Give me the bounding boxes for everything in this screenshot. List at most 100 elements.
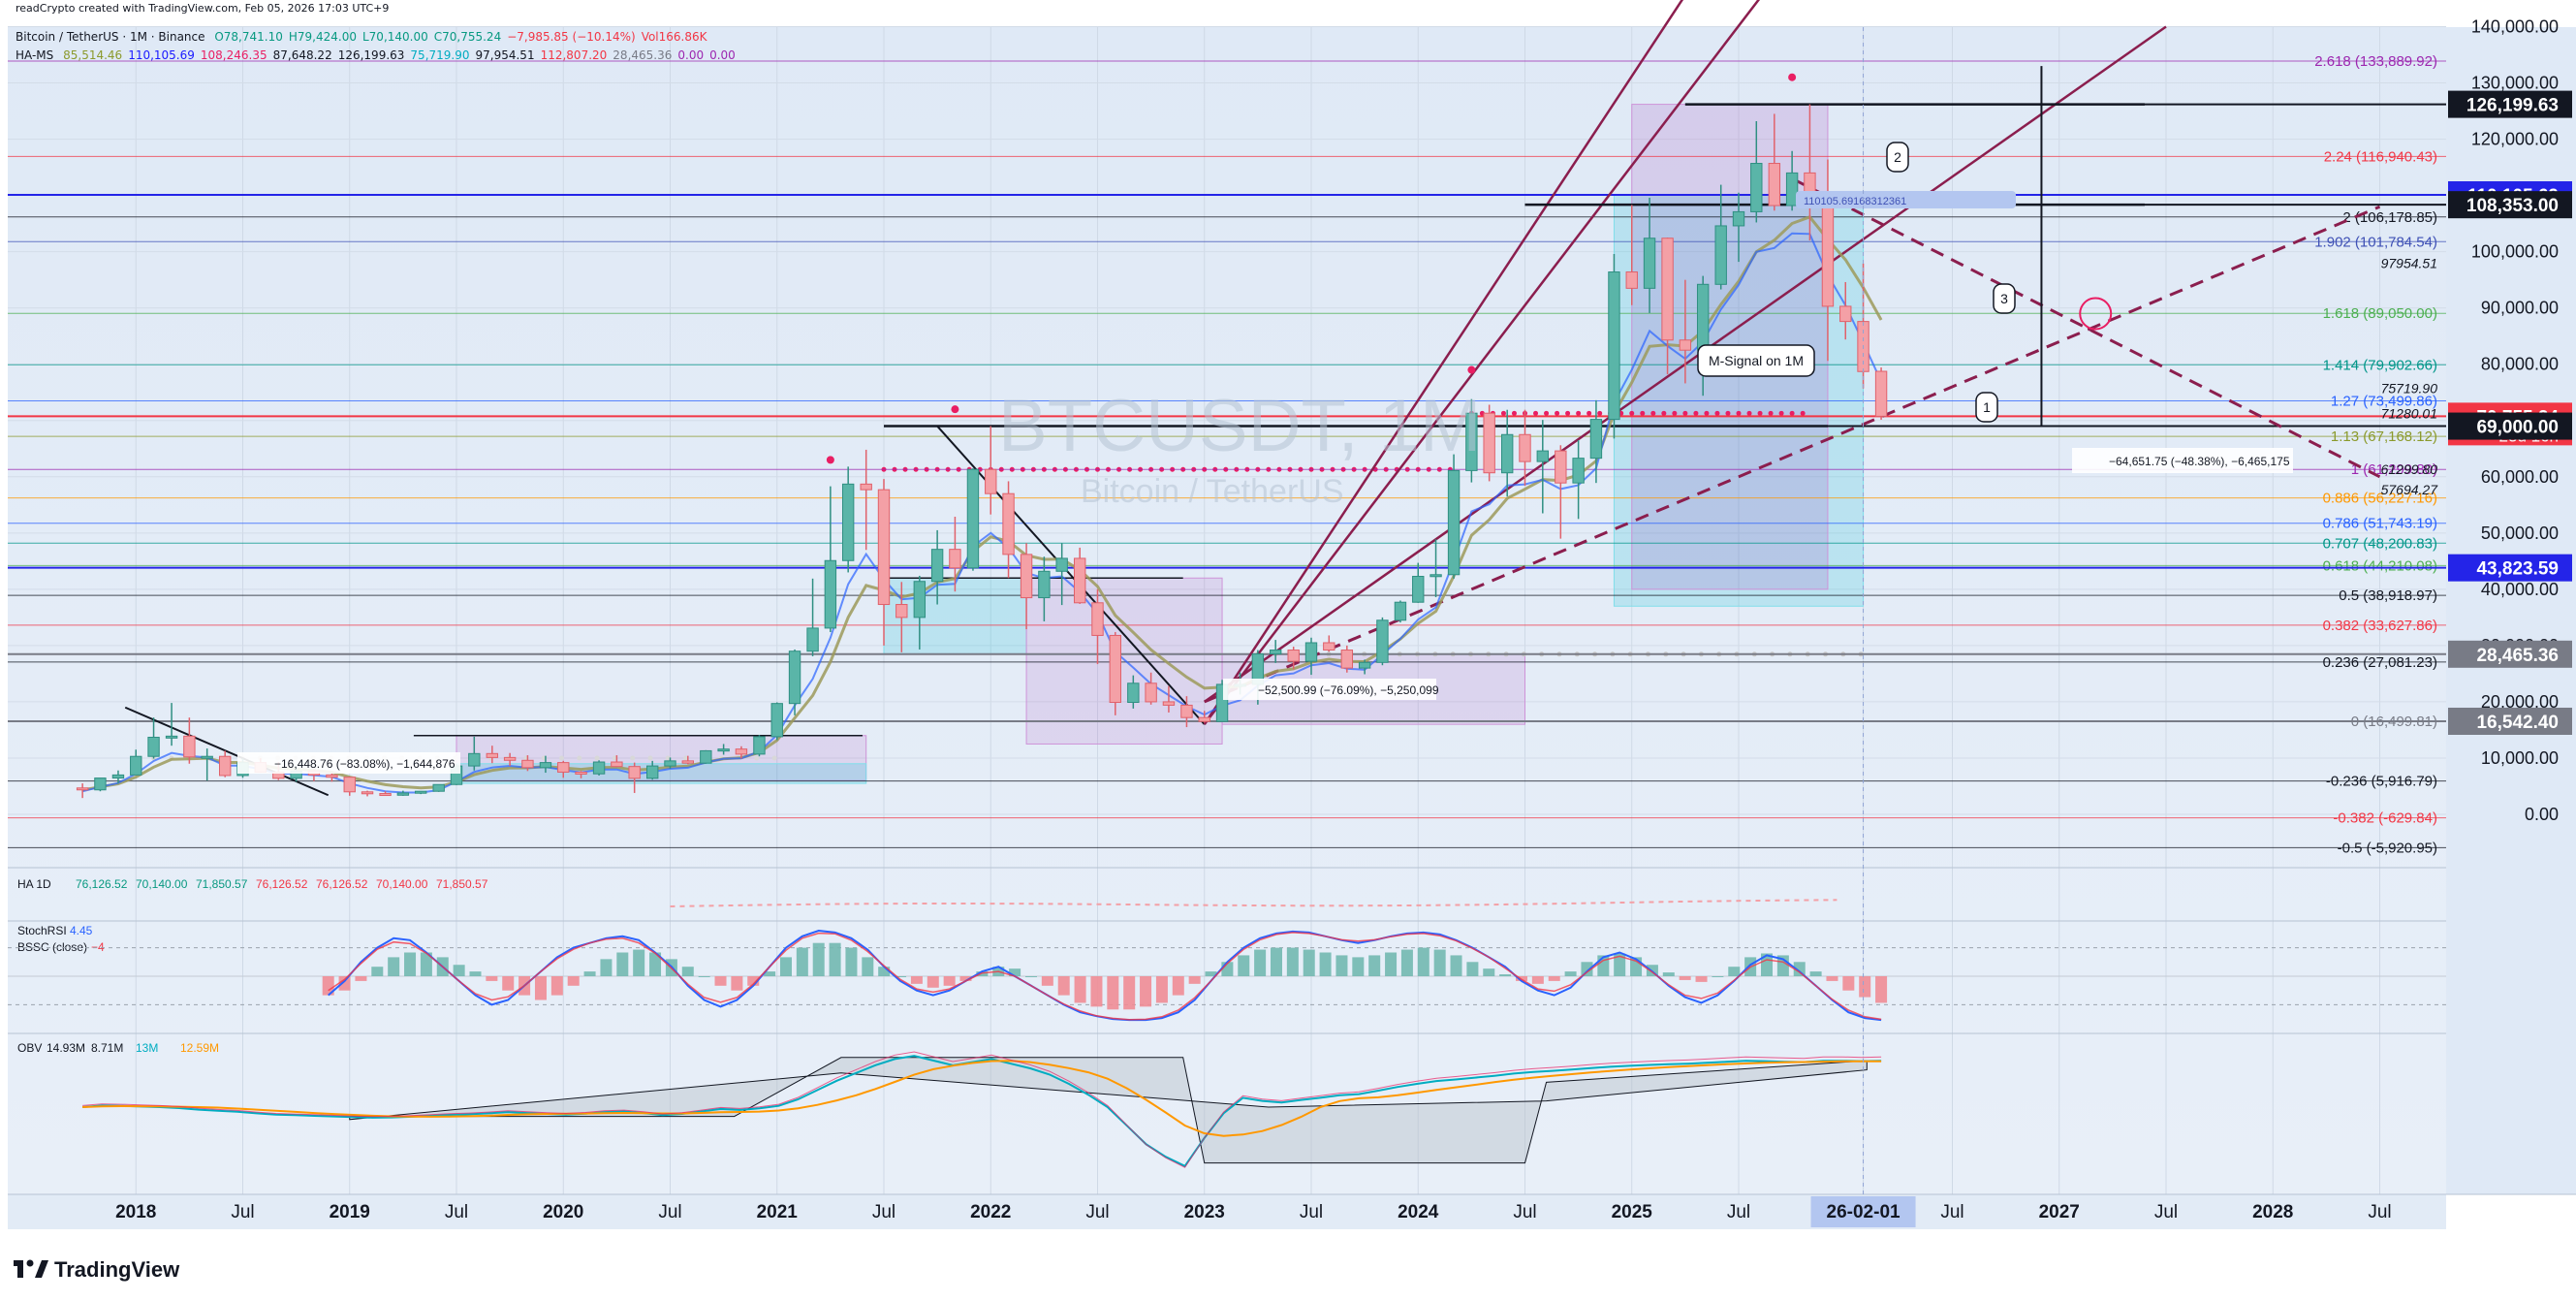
price-badge-0[interactable]: 126,199.63 — [2448, 90, 2572, 118]
bssc-bar-22 — [681, 967, 694, 976]
price-badge-5[interactable]: 43,823.59 — [2448, 554, 2572, 582]
dot-row-2024-dot — [1661, 410, 1667, 416]
time-axis-label-12: 2024 — [1398, 1202, 1439, 1222]
price-badge-7[interactable]: 16,542.40 — [2448, 707, 2572, 735]
candle-73[interactable] — [1376, 617, 1389, 666]
price-badge-6[interactable]: 28,465.36 — [2448, 640, 2572, 668]
price-axis-label-14: 0.00 — [2525, 805, 2559, 824]
signal-marker-2 — [1467, 365, 1476, 374]
dot-row-2019-dot — [594, 755, 600, 761]
price-axis-label-10: 40,000.00 — [2481, 580, 2559, 599]
dot-row-2024-dot — [1586, 410, 1592, 416]
candle-body — [326, 774, 338, 778]
bssc-bar-14 — [550, 976, 563, 996]
dot-row-2024-dot — [1597, 410, 1603, 416]
wave-3-callout[interactable]: 3 — [1993, 283, 2016, 314]
bssc-bar-59 — [1286, 947, 1299, 976]
fib-label-0: 2.618 (133,889.92) — [2314, 53, 2437, 70]
price-badge-2[interactable]: 108,353.00 — [2448, 191, 2572, 219]
candle-body — [1679, 339, 1692, 351]
bssc-bar-8 — [453, 965, 465, 976]
tradingview-logo[interactable]: TradingView — [12, 1243, 302, 1301]
candle-body — [1304, 642, 1318, 662]
candle-body — [1768, 163, 1781, 206]
candle-body — [111, 774, 125, 779]
candle-body — [735, 748, 748, 755]
candle-body — [557, 762, 570, 773]
candle-35[interactable] — [700, 749, 712, 764]
candle-71[interactable] — [1340, 645, 1354, 673]
bssc-bar-2 — [355, 976, 367, 981]
candle-body — [1821, 197, 1835, 307]
bssc-bar-11 — [502, 976, 515, 991]
bssc-bar-72 — [1499, 974, 1512, 976]
candle-body — [700, 749, 712, 764]
candle-39[interactable] — [770, 702, 783, 741]
candle-body — [1376, 619, 1389, 663]
signal-marker-3 — [1788, 73, 1797, 81]
fib-label-14: 0.382 (33,627.86) — [2323, 618, 2437, 634]
candle-body — [1109, 634, 1121, 704]
dot-row-2024-dot — [1565, 410, 1571, 416]
candle-1[interactable] — [94, 777, 107, 792]
tradingview-brand: TradingView — [54, 1257, 180, 1282]
wave-1-callout[interactable]: 1 — [1975, 392, 1998, 423]
candle-101[interactable] — [1874, 367, 1888, 420]
candle-body — [895, 604, 908, 619]
dot-row-2024-dot — [1693, 410, 1699, 416]
hams-legend: HA-MS 85,514.46 110,105.69 108,246.35 87,64… — [16, 48, 747, 62]
candle-19[interactable] — [414, 790, 427, 795]
bssc-bar-32 — [845, 947, 858, 976]
price-axis-label-6: 80,000.00 — [2481, 355, 2559, 374]
wave-2-callout[interactable]: 2 — [1886, 142, 1909, 173]
candle-body — [1429, 574, 1442, 578]
ha1d-value-3: 76,126.52 — [256, 877, 308, 891]
ha1d-value-0: 76,126.52 — [76, 877, 128, 891]
candle-38[interactable] — [753, 735, 766, 757]
time-axis-label-11: Jul — [1300, 1202, 1323, 1222]
hams-value-4: 126,199.63 — [337, 48, 405, 62]
candle-body — [1714, 225, 1727, 285]
candle-74[interactable] — [1394, 600, 1407, 623]
candle-86[interactable] — [1608, 253, 1620, 439]
candle-50[interactable] — [966, 468, 980, 571]
bssc-bar-4 — [388, 957, 400, 976]
candle-body — [414, 790, 427, 794]
dot-row-2019-dot — [771, 755, 777, 761]
candle-29[interactable] — [592, 760, 606, 776]
msignal-callout[interactable]: M-Signal on 1M — [1697, 344, 1815, 377]
fib-label-11: 0.707 (48,200.83) — [2323, 535, 2437, 552]
bssc-bar-36 — [910, 976, 923, 984]
tradingview-chart-screen: 2.618 (133,889.92) 2.24 (116,940.43) 2 (10… — [0, 0, 2576, 1291]
bssc-bar-37 — [927, 976, 939, 988]
candle-body — [1519, 433, 1531, 462]
price-badge-4[interactable]: 69,000.00 — [2448, 412, 2572, 440]
bssc-bar-53 — [1188, 976, 1201, 984]
bssc-bar-76 — [1564, 971, 1577, 976]
dot-row-2024-dot — [1544, 410, 1550, 416]
price-badge-text: 69,000.00 — [2476, 418, 2559, 438]
candle-body — [1038, 570, 1051, 599]
candle-body — [1269, 650, 1282, 655]
msignal-callout-text: M-Signal on 1M — [1709, 353, 1804, 368]
bssc-bar-69 — [1450, 955, 1462, 976]
hams-value-6: 97,954.51 — [475, 48, 535, 62]
stochrsi-label: StochRSI — [17, 924, 67, 937]
fib-label-10: 0.786 (51,743.19) — [2323, 516, 2437, 532]
watermark-name: Bitcoin / TetherUS — [1081, 473, 1344, 510]
bssc-bar-95 — [1875, 976, 1888, 1003]
bssc-bar-67 — [1417, 947, 1429, 976]
ohlc-value-1: H79,424.00 — [288, 30, 357, 44]
chart-canvas[interactable]: 2.618 (133,889.92)2.24 (116,940.43)2 (10… — [0, 0, 2576, 1291]
dot-row-2024-dot — [1757, 410, 1763, 416]
candle-20[interactable] — [432, 783, 445, 792]
dot-row-2024-dot — [1778, 410, 1784, 416]
dot-row-2024-dot — [1533, 410, 1539, 416]
candle-58[interactable] — [1109, 631, 1121, 715]
bssc-bar-92 — [1826, 976, 1838, 981]
candle-body — [1608, 271, 1620, 421]
signal-marker-0 — [826, 456, 834, 464]
candle-79[interactable] — [1483, 404, 1495, 482]
candle-77[interactable] — [1447, 454, 1461, 579]
candle-body — [1625, 271, 1638, 289]
